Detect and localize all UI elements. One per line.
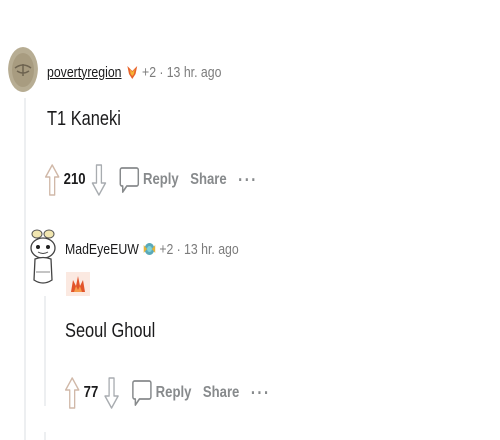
more-options-button[interactable]: ··· [251, 383, 271, 404]
comment-bubble-icon [119, 167, 139, 193]
snoo-avatar-icon [30, 229, 56, 284]
award-count[interactable]: +2 [142, 64, 156, 81]
comment-actions: 210 Reply Share ··· [44, 163, 269, 197]
award-icon[interactable] [66, 272, 90, 296]
reply-label: Reply [155, 384, 192, 401]
upvote-icon [44, 164, 60, 196]
downvote-icon [91, 164, 106, 196]
comment-actions: 77 Reply Share ··· [64, 376, 282, 410]
thread-line-3[interactable] [44, 432, 46, 440]
thread-line-2[interactable] [44, 296, 46, 406]
reply-button[interactable]: Reply [118, 165, 179, 195]
avatar[interactable] [8, 44, 38, 92]
share-label: Share [202, 384, 240, 401]
avatar-image [8, 47, 38, 92]
comment-body: T1 Kaneki [47, 108, 121, 130]
flair-icon [125, 63, 140, 81]
comment-bubble-icon [131, 380, 152, 406]
comment-meta: povertyregion +2 · 13 hr. ago [47, 63, 221, 81]
thread-line-1[interactable] [24, 98, 26, 440]
reply-button[interactable]: Reply [131, 378, 191, 408]
username-link[interactable]: povertyregion [47, 64, 122, 81]
more-options-icon: ··· [250, 382, 271, 403]
vote-score: 210 [63, 171, 86, 188]
downvote-button[interactable] [103, 376, 119, 410]
meta-separator: · [176, 240, 181, 258]
flair-icon [142, 240, 157, 258]
upvote-icon [64, 377, 80, 409]
downvote-icon [104, 377, 119, 409]
comment-body: Seoul Ghoul [65, 320, 156, 342]
share-button[interactable]: Share [190, 171, 226, 189]
more-options-icon: ··· [238, 169, 258, 190]
meta-separator: · [159, 63, 164, 81]
more-options-button[interactable]: ··· [238, 170, 258, 191]
award-count[interactable]: +2 [159, 241, 173, 258]
downvote-button[interactable] [90, 163, 106, 197]
comment-meta: MadEyeEUW +2 · 13 hr. ago [65, 240, 239, 258]
reply-label: Reply [142, 171, 179, 188]
upvote-button[interactable] [64, 376, 80, 410]
timestamp[interactable]: 13 hr. ago [167, 64, 222, 81]
username-link[interactable]: MadEyeEUW [65, 241, 139, 258]
upvote-button[interactable] [44, 163, 60, 197]
avatar[interactable] [28, 226, 58, 288]
share-button[interactable]: Share [203, 384, 239, 402]
share-label: Share [190, 171, 227, 188]
timestamp[interactable]: 13 hr. ago [184, 241, 239, 258]
vote-score: 77 [83, 384, 99, 401]
